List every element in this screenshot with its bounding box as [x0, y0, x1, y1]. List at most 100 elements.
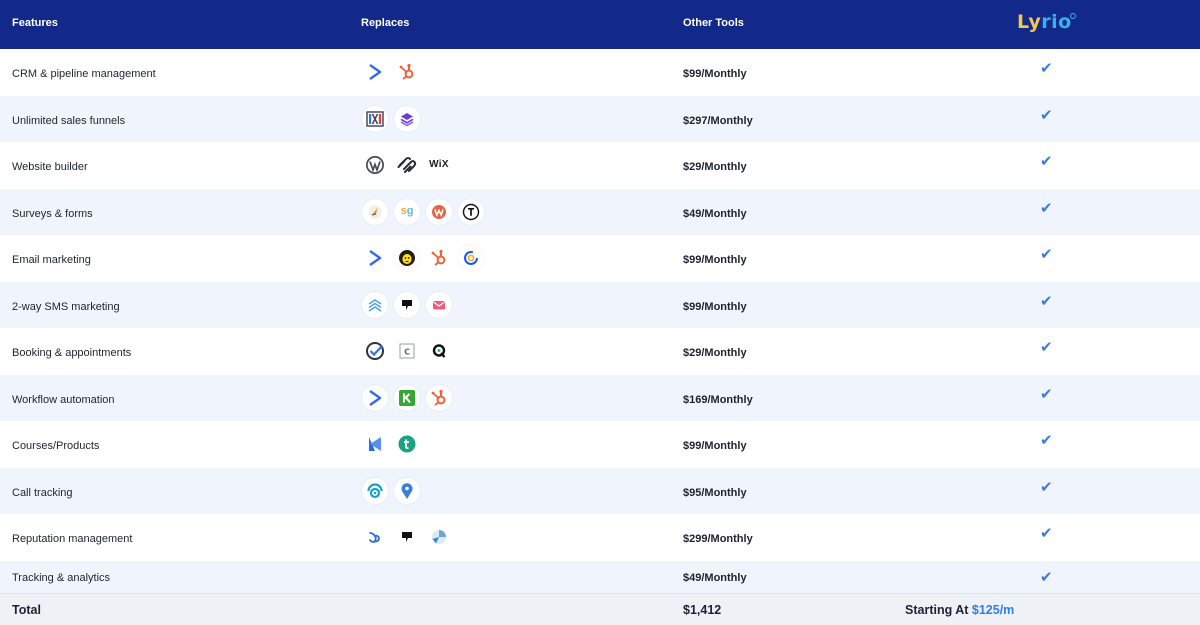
replaced-tools — [362, 384, 452, 411]
other-tools-price: $49/Monthly — [683, 207, 747, 220]
starting-price-value: $125/m — [971, 603, 1015, 617]
table-row: Tracking & analytics $49/Monthly ✔ — [0, 560, 1200, 593]
feature-name: Surveys & forms — [12, 207, 93, 220]
total-row: Total $1,412 Starting At $125/m — [0, 593, 1200, 625]
total-sum: $1,412 — [683, 603, 722, 617]
table-row: Email marketing $99/Monthly ✔ — [0, 235, 1200, 282]
calendly-icon: C — [394, 338, 420, 364]
other-tools-price: $99/Monthly — [683, 440, 747, 452]
activecampaign-icon — [362, 245, 388, 271]
features-column-header: Features — [12, 17, 58, 29]
feature-name: Website builder — [12, 161, 88, 173]
table-row: Courses/Products $99/Monthly ✔ — [0, 421, 1200, 468]
table-row: Surveys & forms sg $49/Monthly ✔ — [0, 188, 1200, 235]
wordpress-icon — [362, 152, 388, 178]
hubspot-icon — [426, 245, 452, 271]
check-icon: ✔ — [1040, 106, 1053, 124]
table-row: 2-way SMS marketing $99/Monthly ✔ — [0, 281, 1200, 328]
check-icon: ✔ — [1040, 478, 1053, 496]
replaced-tools — [362, 59, 420, 85]
feature-name: CRM & pipeline management — [12, 68, 156, 80]
feature-name: Email marketing — [12, 254, 91, 266]
feature-name: Tracking & analytics — [12, 571, 111, 584]
teachable-icon — [394, 431, 420, 457]
replaces-column-header: Replaces — [361, 17, 410, 29]
starting-label: Starting At — [905, 603, 969, 617]
replaced-tools — [362, 291, 452, 318]
replaced-tools — [362, 524, 452, 550]
svg-text:C: C — [404, 348, 410, 357]
podium-icon — [394, 291, 420, 318]
check-icon: ✔ — [1040, 432, 1053, 449]
activecampaign-icon — [362, 59, 388, 85]
replaced-tools: C — [362, 338, 452, 364]
feature-name: Call tracking — [12, 486, 73, 499]
simpletexting-icon — [426, 291, 452, 318]
hubspot-icon — [394, 59, 420, 85]
podium-icon — [394, 524, 420, 550]
other-tools-price: $29/Monthly — [683, 347, 747, 359]
replaced-tools: sg — [362, 198, 484, 225]
calltrackingmetrics-icon — [394, 477, 420, 504]
table-row: Reputation management $299/Monthly ✔ — [0, 514, 1200, 561]
other-tools-price: $299/Monthly — [683, 533, 753, 545]
other-tools-price: $99/Monthly — [683, 68, 747, 80]
feature-name: Reputation management — [12, 533, 133, 545]
typeform-t-icon — [458, 198, 484, 225]
check-icon: ✔ — [1040, 199, 1053, 217]
other-tools-column-header: Other Tools — [683, 17, 744, 29]
mailchimp-icon — [394, 245, 420, 271]
feature-name: 2-way SMS marketing — [12, 300, 120, 313]
feature-name: Courses/Products — [12, 440, 100, 452]
brand-logo: Lyrio — [1017, 11, 1072, 33]
other-tools-price: $49/Monthly — [683, 571, 747, 584]
check-icon: ✔ — [1040, 292, 1053, 310]
textline-icon — [362, 291, 388, 318]
starting-price: Starting At $125/m — [905, 603, 1014, 617]
check-icon: ✔ — [1040, 568, 1053, 586]
brand-logo-mark — [1070, 13, 1076, 19]
check-icon: ✔ — [1040, 246, 1053, 263]
activecampaign-icon — [362, 384, 388, 411]
acuity-icon — [362, 338, 388, 364]
keap-icon — [394, 384, 420, 411]
check-icon: ✔ — [1040, 385, 1053, 403]
clickfunnels-icon — [362, 105, 388, 132]
replaced-tools — [362, 245, 484, 271]
typeform-bird-icon — [362, 198, 388, 225]
replaced-tools — [362, 431, 420, 457]
table-row: Website builder WiX $29/Monthly ✔ — [0, 142, 1200, 189]
table-row: Workflow automation $169/Monthly ✔ — [0, 374, 1200, 421]
feature-name: Unlimited sales funnels — [12, 114, 126, 127]
check-icon: ✔ — [1040, 60, 1053, 77]
hubspot-icon — [426, 384, 452, 411]
comparison-header: Features Replaces Other Tools Lyrio — [0, 0, 1200, 49]
wix-icon: WiX — [429, 159, 449, 170]
other-tools-price: $297/Monthly — [683, 114, 753, 127]
kartra-layers-icon — [394, 105, 420, 132]
surveygizmo-icon: sg — [394, 198, 420, 225]
feature-name: Workflow automation — [12, 393, 115, 406]
other-tools-price: $99/Monthly — [683, 300, 747, 313]
other-tools-price: $95/Monthly — [683, 486, 747, 499]
replaced-tools — [362, 477, 420, 504]
wufoo-icon — [426, 198, 452, 225]
table-row: CRM & pipeline management $99/Monthly ✔ — [0, 49, 1200, 96]
total-label: Total — [12, 603, 41, 617]
birdeye-icon — [362, 524, 388, 550]
check-icon: ✔ — [1040, 339, 1053, 356]
check-icon: ✔ — [1040, 153, 1053, 170]
table-row: Call tracking $95/Monthly ✔ — [0, 467, 1200, 514]
other-tools-price: $99/Monthly — [683, 254, 747, 266]
replaced-tools: WiX — [362, 152, 452, 178]
other-tools-price: $169/Monthly — [683, 393, 753, 406]
table-row: Unlimited sales funnels $297/Monthly ✔ — [0, 95, 1200, 142]
table-row: Booking & appointments C $29/Monthly ✔ — [0, 328, 1200, 375]
replaced-tools — [362, 105, 420, 132]
other-tools-price: $29/Monthly — [683, 161, 747, 173]
squarespace-icon — [394, 152, 420, 178]
feature-name: Booking & appointments — [12, 347, 132, 359]
callrail-icon — [362, 477, 388, 504]
constantcontact-icon — [458, 245, 484, 271]
kajabi-icon — [362, 431, 388, 457]
